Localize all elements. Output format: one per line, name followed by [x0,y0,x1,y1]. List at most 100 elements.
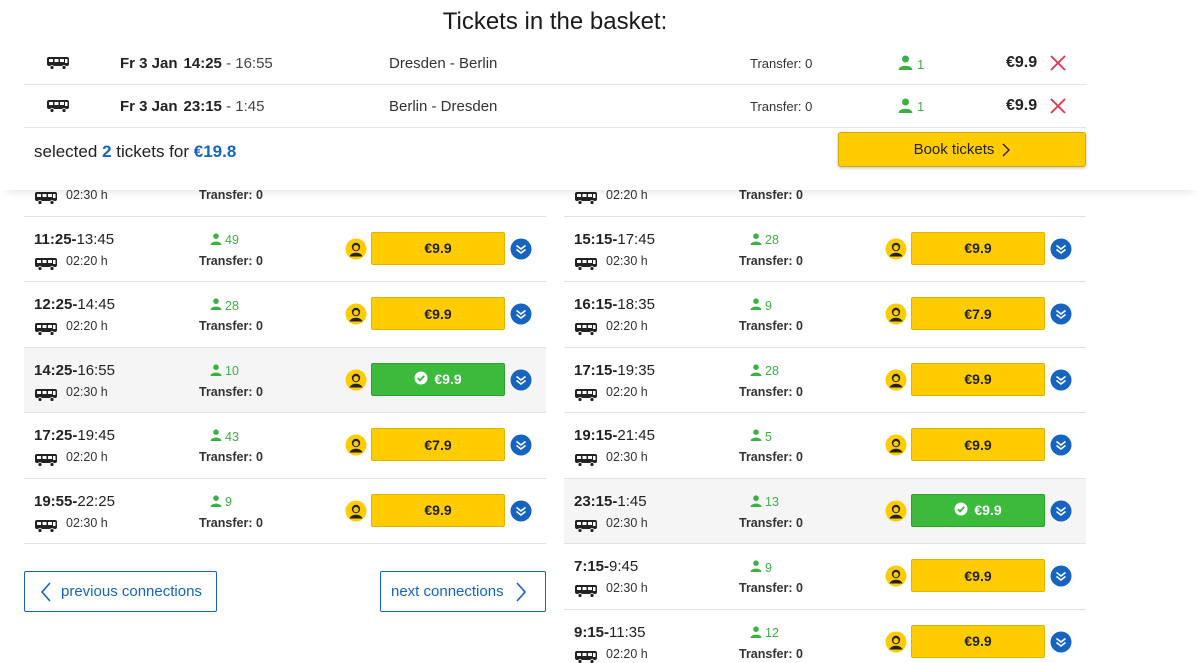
ticket-route: Dresden - Berlin [389,55,498,72]
expand-details-button[interactable] [1050,434,1072,461]
connection-row[interactable]: 19:15-21:45 5 €9.9 02:30 h Transfer: 0 [564,413,1086,479]
free-seats: 28 [210,298,239,313]
bus-icon [34,191,58,210]
connection-transfer: Transfer: 0 [199,384,263,399]
expand-details-button[interactable] [1050,500,1072,527]
expand-details-button[interactable] [1050,565,1072,592]
select-price-button[interactable]: €9.9 [371,493,505,527]
remove-ticket-button[interactable] [1048,53,1068,77]
connection-transfer: Transfer: 0 [199,253,263,268]
next-connections-button[interactable]: next connections [380,571,546,612]
connection-transfer: Transfer: 0 [739,450,803,464]
select-price-button[interactable]: €9.9 [911,231,1045,265]
ticket-passengers: 1 [898,55,924,73]
close-icon [1048,97,1068,120]
connection-times: 19:55-22:25 [34,492,115,510]
chevron-down-icon [1050,434,1072,460]
ticket-route: Berlin - Dresden [389,97,498,115]
expand-details-button[interactable] [510,434,532,461]
connection-duration: 02:20 h [66,450,108,464]
connection-transfer: Transfer: 0 [199,515,263,530]
connection-row[interactable]: 9:15-11:35 12 €9.9 02:20 h Transfer: 0 [564,609,1086,663]
select-price-button[interactable]: €9.9 [371,297,505,330]
connection-transfer: Transfer: 0 [199,319,263,333]
connection-transfer: Transfer: 0 [199,450,263,464]
driver-avatar-icon [885,565,907,592]
summary-count: 2 [102,142,112,161]
expand-details-button[interactable] [1050,303,1072,330]
connection-duration: 02:20 h [606,646,648,661]
connection-row[interactable]: 14:25-16:55 10 €9.9 02:30 h Transfer: 0 [24,347,546,413]
free-seats: 9 [750,560,772,575]
connection-times: 17:15-19:35 [574,361,655,379]
free-seats: 9 [750,298,772,313]
expand-details-button[interactable] [510,500,532,527]
remove-ticket-button[interactable] [1048,96,1068,120]
connection-duration: 02:20 h [606,188,648,202]
connection-duration: 02:30 h [606,253,648,268]
connection-row[interactable]: 19:55-22:25 9 €9.9 02:30 h Transfer: 0 [24,478,546,544]
connection-row[interactable]: 11:25-13:45 49 €9.9 02:20 h Transfer: 0 [24,216,546,282]
check-circle-icon [414,371,428,388]
connection-transfer: Transfer: 0 [199,188,263,202]
select-price-button[interactable]: €9.9 [911,493,1045,527]
select-price-button[interactable]: €9.9 [911,428,1045,461]
person-icon [210,494,222,510]
summary-total: €19.8 [193,142,237,161]
bus-icon [46,99,70,117]
book-tickets-button[interactable]: Book tickets [838,132,1086,167]
connection-duration: 02:20 h [66,319,108,333]
select-price-button[interactable]: €7.9 [911,297,1045,330]
bus-icon [34,388,58,407]
chevron-down-icon [1050,369,1072,395]
connection-row[interactable]: 17:25-19:45 43 €7.9 02:20 h Transfer: 0 [24,413,546,479]
connection-times: 19:15-21:45 [574,427,655,444]
connection-row[interactable]: 12:25-14:45 28 €9.9 02:20 h Transfer: 0 [24,282,546,348]
basket-ticket-row: Fr 3 Jan 14:25 - 16:55 Dresden - Berlin Tra… [24,43,1086,85]
connection-times: 11:25-13:45 [34,230,115,248]
expand-details-button[interactable] [1050,369,1072,396]
bus-icon [34,257,58,276]
connection-transfer: Transfer: 0 [739,319,803,333]
ticket-date: Fr 3 Jan 23:15 - 1:45 [120,97,265,115]
connection-duration: 02:30 h [606,515,648,530]
select-price-button[interactable]: €9.9 [371,362,505,396]
free-seats: 28 [750,232,779,248]
summary-prefix: selected [34,142,98,161]
chevron-right-icon [1002,143,1011,156]
select-price-button[interactable]: €9.9 [371,231,505,265]
connection-row[interactable]: 23:15-1:45 13 €9.9 02:30 h Transfer: 0 [564,478,1086,544]
connection-row[interactable]: 16:15-18:35 9 €7.9 02:20 h Transfer: 0 [564,282,1086,348]
connection-transfer: Transfer: 0 [739,188,803,202]
ticket-transfer: Transfer: 0 [750,56,813,71]
previous-connections-button[interactable]: previous connections [24,571,217,612]
expand-details-button[interactable] [1050,631,1072,658]
expand-details-button[interactable] [510,303,532,330]
expand-details-button[interactable] [510,369,532,396]
connection-row[interactable]: 17:15-19:35 28 €9.9 02:20 h Transfer: 0 [564,347,1086,413]
driver-avatar-icon [885,369,907,396]
connection-row[interactable]: 15:15-17:45 28 €9.9 02:30 h Transfer: 0 [564,216,1086,282]
person-icon [750,494,762,510]
close-icon [1048,55,1068,77]
bus-icon [574,257,598,276]
next-connections-label: next connections [391,583,504,600]
chevron-down-icon [510,303,532,329]
expand-details-button[interactable] [510,238,532,265]
select-price-button[interactable]: €9.9 [911,624,1045,658]
driver-avatar-icon [885,500,907,527]
free-seats: 13 [750,494,779,510]
expand-details-button[interactable] [1050,238,1072,265]
bus-icon [574,519,598,538]
select-price-button[interactable]: €9.9 [911,362,1045,396]
connection-times: 12:25-14:45 [34,296,115,313]
free-seats: 5 [750,429,772,444]
connection-times: 23:15-1:45 [574,492,647,510]
select-price-button[interactable]: €7.9 [371,428,505,461]
person-icon [210,232,222,248]
connection-row[interactable]: 7:15-9:45 9 €9.9 02:30 h Transfer: 0 [564,544,1086,610]
basket-summary: selected 2 tickets for €19.8 [34,142,236,162]
driver-avatar-icon [345,434,367,461]
select-price-button[interactable]: €9.9 [911,559,1045,592]
bus-icon [574,388,598,407]
